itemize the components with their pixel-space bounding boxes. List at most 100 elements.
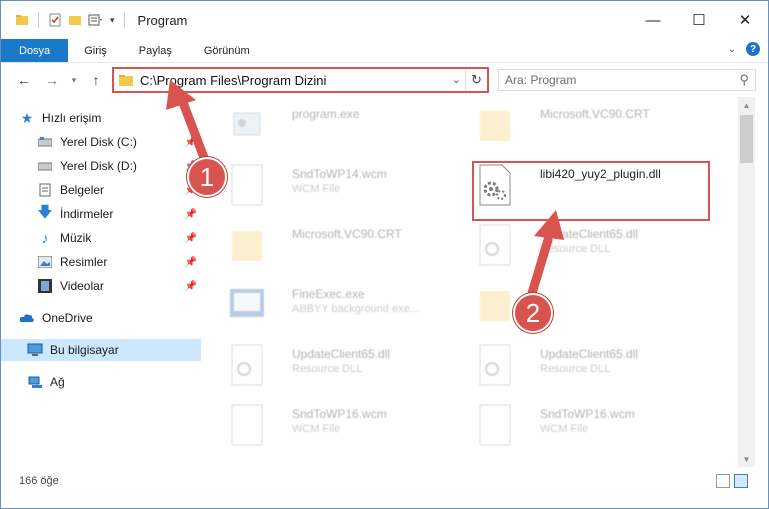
pin-icon[interactable]: 📌 bbox=[185, 137, 197, 148]
maximize-button[interactable]: ☐ bbox=[676, 1, 722, 39]
pictures-icon bbox=[37, 254, 53, 270]
sidebar-item-onedrive[interactable]: OneDrive bbox=[19, 307, 219, 329]
pin-icon[interactable]: 📌 bbox=[185, 233, 197, 244]
address-path[interactable]: C:\Program Files\Program Dizini bbox=[140, 73, 326, 88]
file-list: program.exe Microsoft.VC90.CRT SndToWP14… bbox=[206, 97, 738, 467]
network-icon bbox=[27, 374, 43, 390]
drive-icon bbox=[37, 158, 53, 174]
file-item[interactable]: FineExec.exe ABBYY background exe... bbox=[226, 281, 476, 337]
back-button[interactable]: ← bbox=[13, 69, 35, 91]
file-item[interactable]: Microsoft.VC90.CRT bbox=[226, 221, 476, 277]
folder-icon bbox=[16, 15, 28, 25]
navigation-pane: ★ Hızlı erişim Yerel Disk (C:) 📌 Yerel D… bbox=[1, 97, 206, 467]
file-type: Resource DLL bbox=[292, 363, 363, 375]
close-button[interactable]: ✕ bbox=[722, 1, 768, 39]
sidebar-item-disk-d[interactable]: Yerel Disk (D:) 📌 bbox=[37, 155, 201, 177]
sidebar-item-videos[interactable]: Videolar 📌 bbox=[37, 275, 201, 297]
scroll-down-icon[interactable]: ▼ bbox=[738, 451, 755, 467]
dll-gear-icon bbox=[479, 224, 511, 266]
sidebar-item-label: Belgeler bbox=[60, 183, 105, 197]
sidebar-item-music[interactable]: ♪ Müzik 📌 bbox=[37, 227, 201, 249]
search-box[interactable]: Ara: Program ⚲ bbox=[498, 69, 756, 91]
documents-icon bbox=[37, 182, 53, 198]
search-icon[interactable]: ⚲ bbox=[739, 72, 749, 88]
sidebar-item-this-pc[interactable]: Bu bilgisayar bbox=[1, 339, 201, 361]
file-item[interactable]: SndToWP16.wcm WCM File bbox=[474, 401, 724, 457]
pin-icon[interactable]: 📌 bbox=[185, 257, 197, 268]
tab-share[interactable]: Paylaş bbox=[123, 39, 188, 62]
large-icons-view-icon[interactable] bbox=[734, 474, 748, 488]
item-count: 166 öğe bbox=[19, 475, 59, 487]
file-item[interactable]: program.exe bbox=[226, 101, 476, 157]
forward-button[interactable]: → bbox=[41, 69, 63, 91]
file-item[interactable]: UpdateClient65.dll Resource DLL bbox=[474, 341, 724, 397]
file-name: SndToWP16.wcm bbox=[540, 407, 635, 421]
view-toggles bbox=[716, 474, 748, 488]
file-type: Resource DLL bbox=[540, 363, 611, 375]
properties-icon[interactable] bbox=[48, 13, 62, 27]
search-input[interactable]: Ara: Program bbox=[505, 73, 576, 87]
customize-icon[interactable] bbox=[88, 13, 104, 27]
sidebar-item-pictures[interactable]: Resimler 📌 bbox=[37, 251, 201, 273]
address-bar[interactable]: C:\Program Files\Program Dizini ⌄ ↻ bbox=[112, 67, 489, 93]
file-name: FineExec.exe bbox=[292, 287, 365, 301]
step-1-marker: 1 bbox=[187, 157, 227, 197]
sidebar-item-network[interactable]: Ağ bbox=[27, 371, 227, 393]
tab-file[interactable]: Dosya bbox=[1, 39, 69, 62]
sidebar-item-label: Müzik bbox=[60, 231, 92, 245]
sidebar-item-disk-c[interactable]: Yerel Disk (C:) 📌 bbox=[37, 131, 201, 153]
ribbon-tabs: Dosya Giriş Paylaş Görünüm ⌄ ? bbox=[1, 39, 768, 63]
title-bar: ▾ Program — ☐ ✕ bbox=[1, 1, 768, 39]
sidebar-item-quick-access[interactable]: ★ Hızlı erişim bbox=[19, 107, 219, 129]
drive-icon bbox=[37, 134, 53, 150]
scrollbar-thumb[interactable] bbox=[740, 115, 753, 163]
up-button[interactable]: ↑ bbox=[85, 69, 107, 91]
folder-icon bbox=[119, 75, 133, 86]
cloud-icon bbox=[19, 310, 35, 326]
videos-icon bbox=[37, 278, 53, 294]
recent-locations-button[interactable]: ▾ bbox=[63, 69, 85, 91]
details-view-icon[interactable] bbox=[716, 474, 730, 488]
file-icon bbox=[231, 164, 263, 206]
sidebar-item-label: Videolar bbox=[60, 279, 104, 293]
pin-icon[interactable]: 📌 bbox=[185, 281, 197, 292]
file-item[interactable] bbox=[474, 281, 724, 337]
dll-gear-icon bbox=[479, 344, 511, 386]
file-item[interactable]: Microsoft.VC90.CRT bbox=[474, 101, 724, 157]
pin-icon[interactable]: 📌 bbox=[185, 209, 197, 220]
file-item[interactable]: SndToWP14.wcm WCM File bbox=[226, 161, 476, 217]
file-name: SndToWP16.wcm bbox=[292, 407, 387, 421]
navigation-bar: ← → ▾ ↑ C:\Program Files\Program Dizini … bbox=[1, 63, 768, 97]
folder-icon bbox=[480, 291, 510, 321]
file-type: WCM File bbox=[292, 423, 341, 435]
help-icon[interactable]: ? bbox=[746, 42, 760, 56]
file-item[interactable]: SndToWP16.wcm WCM File bbox=[226, 401, 476, 457]
sidebar-item-documents[interactable]: Belgeler 📌 bbox=[37, 179, 201, 201]
file-name: SndToWP14.wcm bbox=[292, 167, 387, 181]
new-folder-icon[interactable] bbox=[68, 13, 82, 27]
sidebar-item-downloads[interactable]: 🡇 İndirmeler 📌 bbox=[37, 203, 201, 225]
sidebar-item-label: Yerel Disk (C:) bbox=[60, 135, 137, 149]
file-item[interactable]: UpdateClient65.dll Resource DLL bbox=[226, 341, 476, 397]
tab-view[interactable]: Görünüm bbox=[188, 39, 266, 62]
scroll-up-icon[interactable]: ▲ bbox=[738, 97, 755, 113]
file-type: WCM File bbox=[540, 423, 589, 435]
minimize-button[interactable]: — bbox=[630, 1, 676, 39]
file-type: WCM File bbox=[292, 183, 341, 195]
file-name: UpdateClient65.dll bbox=[540, 227, 639, 241]
step-2-marker: 2 bbox=[513, 293, 553, 333]
sidebar-item-label: Yerel Disk (D:) bbox=[60, 159, 137, 173]
chevron-down-icon[interactable]: ▾ bbox=[110, 15, 115, 26]
file-name: UpdateClient65.dll bbox=[292, 347, 391, 361]
file-name: Microsoft.VC90.CRT bbox=[540, 107, 650, 121]
exe-icon bbox=[230, 289, 264, 317]
file-item[interactable]: UpdateClient65.dll Resource DLL bbox=[474, 221, 724, 277]
chevron-down-icon[interactable]: ⌄ bbox=[452, 73, 461, 86]
file-name: Microsoft.VC90.CRT bbox=[292, 227, 402, 241]
tab-home[interactable]: Giriş bbox=[68, 39, 123, 62]
file-icon bbox=[231, 404, 263, 446]
refresh-icon[interactable]: ↻ bbox=[465, 69, 487, 91]
vertical-scrollbar[interactable]: ▲ ▼ bbox=[738, 97, 755, 467]
expand-ribbon-icon[interactable]: ⌄ bbox=[728, 44, 736, 55]
folder-icon bbox=[232, 231, 262, 261]
